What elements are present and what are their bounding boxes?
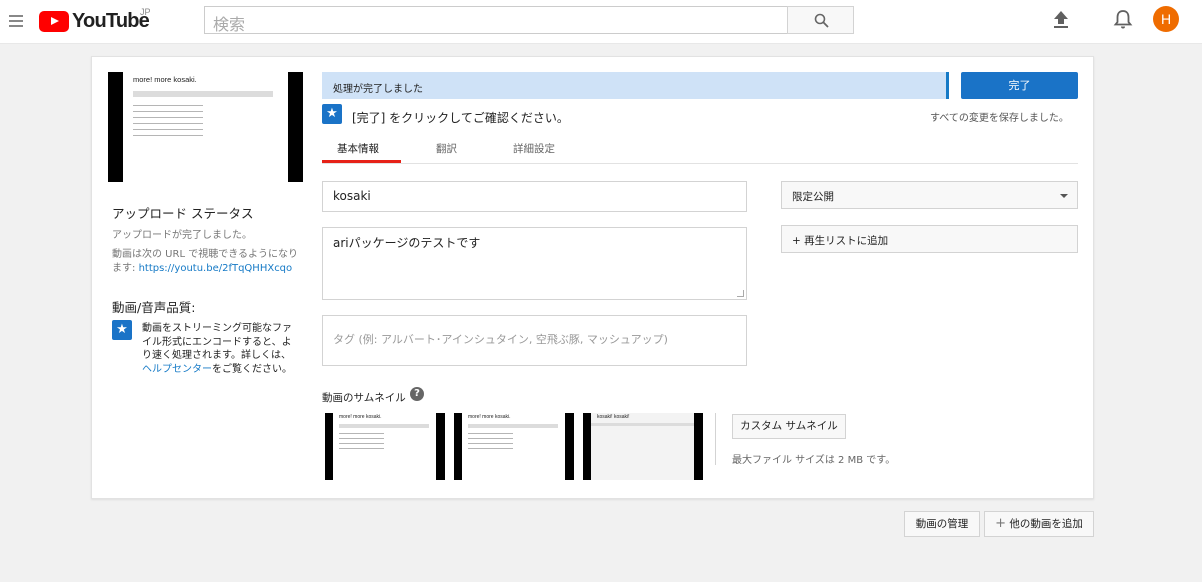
quality-text-2: をご覧ください。 bbox=[212, 363, 292, 375]
thumbnail-line bbox=[468, 448, 513, 449]
description-value: ariパッケージのテストです bbox=[333, 236, 481, 250]
saved-status-text: すべての変更を保存しました。 bbox=[930, 113, 1069, 124]
title-value: kosaki bbox=[333, 189, 371, 203]
preview-line bbox=[133, 111, 203, 112]
preview-line bbox=[133, 129, 203, 130]
search-placeholder: 検索 bbox=[213, 17, 246, 34]
confirm-text: [完了] をクリックしてご確認ください。 bbox=[352, 111, 569, 125]
star-icon: ★ bbox=[112, 320, 132, 340]
quality-title: 動画/音声品質: bbox=[112, 300, 196, 315]
thumbnail-line bbox=[339, 438, 384, 439]
processing-progress-bar: 処理が完了しました bbox=[322, 72, 949, 99]
thumbnail-bar bbox=[591, 423, 694, 426]
plus-icon: + bbox=[995, 516, 1007, 531]
preview-line bbox=[133, 105, 203, 106]
youtube-play-icon bbox=[39, 10, 69, 32]
thumbnail-line bbox=[339, 448, 384, 449]
preview-title: more! more kosaki. bbox=[133, 75, 197, 84]
description-textarea[interactable]: ariパッケージのテストです bbox=[322, 227, 747, 300]
video-preview[interactable]: more! more kosaki. bbox=[108, 72, 303, 182]
preview-bar bbox=[133, 91, 273, 97]
thumbnail-title: kosaki! kosaki! bbox=[597, 414, 630, 420]
help-center-link[interactable]: ヘルプセンター bbox=[142, 364, 212, 375]
chevron-down-icon bbox=[1060, 194, 1068, 198]
search-icon bbox=[814, 13, 829, 28]
quality-text: 動画をストリーミング可能なファイル形式にエンコードすると、より速く処理されます。… bbox=[142, 322, 300, 376]
upload-card: more! more kosaki. アップロード ステータス アップロードが完… bbox=[91, 56, 1094, 499]
tab-bar: 基本情報 翻訳 詳細設定 bbox=[322, 135, 1078, 164]
thumbnail-bar bbox=[339, 424, 429, 428]
thumbnail-line bbox=[468, 443, 513, 444]
resize-grip-icon[interactable] bbox=[737, 290, 744, 297]
tab-translation[interactable]: 翻訳 bbox=[436, 135, 457, 163]
add-more-videos-button[interactable]: + 他の動画を追加 bbox=[984, 511, 1094, 537]
logo-region: JP bbox=[140, 7, 151, 17]
thumbnail-title: more! more kosaki. bbox=[468, 414, 511, 420]
tags-input[interactable]: タグ (例: アルバート･アインシュタイン, 空飛ぶ豚, マッシュアップ) bbox=[322, 315, 747, 366]
logo-text: YouTube bbox=[72, 9, 150, 32]
upload-status-text: アップロードが完了しました。 bbox=[112, 230, 252, 241]
thumbnail-line bbox=[468, 438, 513, 439]
manage-videos-button[interactable]: 動画の管理 bbox=[904, 511, 980, 537]
preview-line bbox=[133, 117, 203, 118]
add-to-playlist-button[interactable]: + 再生リストに追加 bbox=[781, 225, 1078, 253]
thumbnail-frame: more! more kosaki. bbox=[462, 413, 565, 480]
video-url-text: 動画は次の URL で視聴できるようになります: https://youtu.b… bbox=[112, 248, 302, 276]
video-url-link[interactable]: https://youtu.be/2fTqQHHXcqo bbox=[139, 263, 293, 274]
thumbnail-option[interactable]: more! more kosaki. bbox=[454, 413, 574, 480]
thumbnail-frame: more! more kosaki. bbox=[333, 413, 436, 480]
tab-basic-info[interactable]: 基本情報 bbox=[322, 135, 401, 163]
search-button[interactable] bbox=[787, 6, 854, 34]
title-input[interactable]: kosaki bbox=[322, 181, 747, 212]
thumbnail-option[interactable]: kosaki! kosaki! bbox=[583, 413, 703, 480]
thumbnail-bar bbox=[468, 424, 558, 428]
menu-icon[interactable] bbox=[9, 15, 23, 27]
max-file-size-text: 最大ファイル サイズは 2 MB です。 bbox=[732, 455, 896, 466]
custom-thumbnail-button[interactable]: カスタム サムネイル bbox=[732, 414, 846, 439]
upload-status-title: アップロード ステータス bbox=[112, 206, 254, 221]
search-input[interactable]: 検索 bbox=[204, 6, 788, 34]
avatar[interactable]: H bbox=[1153, 6, 1179, 32]
thumbnail-line bbox=[339, 443, 384, 444]
thumbnail-line bbox=[468, 433, 513, 434]
preview-line bbox=[133, 123, 203, 124]
bell-icon[interactable] bbox=[1113, 9, 1133, 30]
preview-line bbox=[133, 135, 203, 136]
divider bbox=[715, 413, 716, 465]
upload-icon[interactable] bbox=[1052, 10, 1070, 29]
youtube-logo[interactable]: YouTube JP bbox=[39, 7, 151, 33]
done-button[interactable]: 完了 bbox=[961, 72, 1078, 99]
thumbnail-line bbox=[339, 433, 384, 434]
thumbnails-title: 動画のサムネイル bbox=[322, 392, 406, 404]
preview-frame: more! more kosaki. bbox=[123, 72, 288, 182]
privacy-value: 限定公開 bbox=[792, 191, 834, 203]
add-more-label: 他の動画を追加 bbox=[1009, 518, 1083, 530]
quality-text-1: 動画をストリーミング可能なファイル形式にエンコードすると、より速く処理されます。… bbox=[142, 323, 292, 361]
help-icon[interactable]: ? bbox=[410, 387, 424, 401]
tab-advanced-settings[interactable]: 詳細設定 bbox=[513, 135, 555, 163]
progress-text: 処理が完了しました bbox=[333, 84, 423, 95]
thumbnail-title: more! more kosaki. bbox=[339, 414, 382, 420]
playlist-label: + 再生リストに追加 bbox=[792, 235, 889, 247]
masthead: YouTube JP 検索 H bbox=[0, 0, 1202, 44]
tags-placeholder: タグ (例: アルバート･アインシュタイン, 空飛ぶ豚, マッシュアップ) bbox=[333, 333, 668, 346]
privacy-select[interactable]: 限定公開 bbox=[781, 181, 1078, 209]
star-icon: ★ bbox=[322, 104, 342, 124]
thumbnail-frame: kosaki! kosaki! bbox=[591, 413, 694, 480]
thumbnail-option[interactable]: more! more kosaki. bbox=[325, 413, 445, 480]
